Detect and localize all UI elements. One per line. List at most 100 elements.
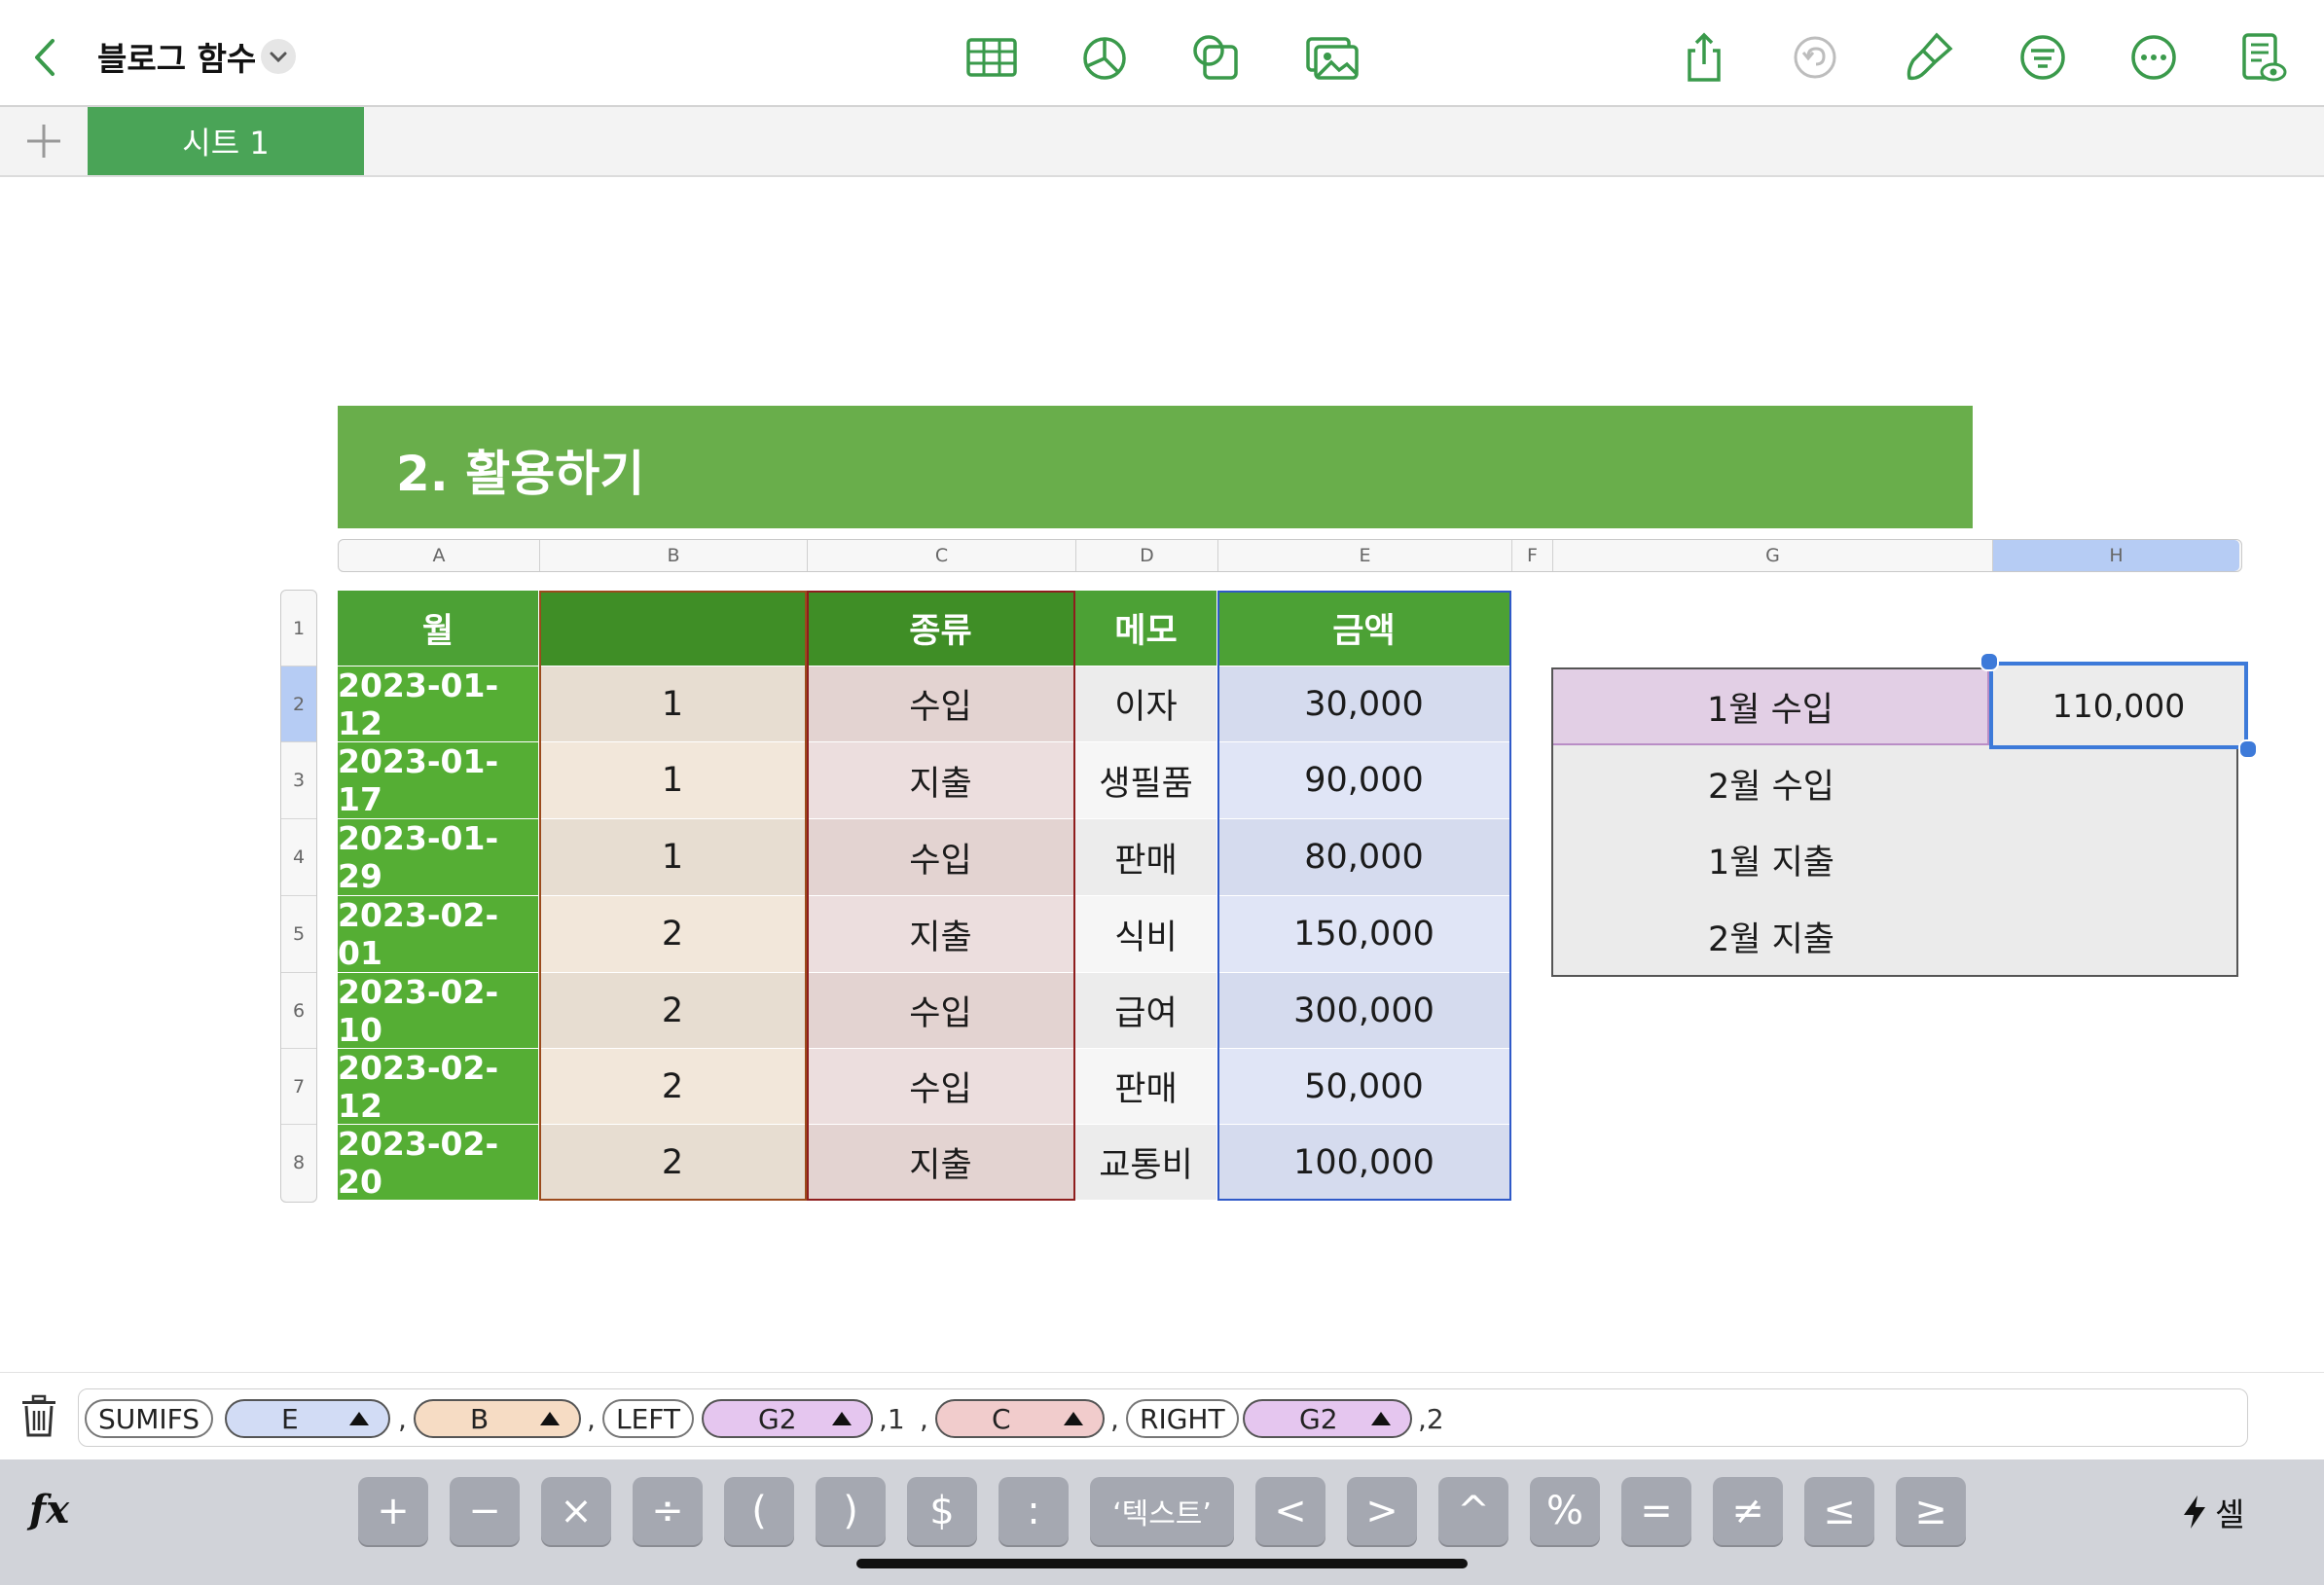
row-header-8[interactable]: 8 bbox=[281, 1125, 316, 1201]
cell-memo[interactable]: 교통비 bbox=[1075, 1125, 1217, 1201]
cell-memo[interactable]: 생필품 bbox=[1075, 742, 1217, 819]
reference-token-b[interactable]: B bbox=[414, 1399, 581, 1438]
fx-icon[interactable]: fx bbox=[29, 1487, 69, 1532]
key-less-equal[interactable]: ≤ bbox=[1804, 1477, 1874, 1545]
key-equals[interactable]: = bbox=[1621, 1477, 1691, 1545]
cell-month[interactable]: 2023-02-20 bbox=[338, 1125, 539, 1201]
undo-icon[interactable] bbox=[1787, 29, 1843, 86]
row-header-4[interactable]: 4 bbox=[281, 819, 316, 896]
cell-memo[interactable]: 판매 bbox=[1075, 1049, 1217, 1125]
add-sheet-icon[interactable] bbox=[21, 119, 66, 163]
selection-handle-bottom[interactable] bbox=[2238, 739, 2258, 759]
reference-token-c[interactable]: C bbox=[935, 1399, 1105, 1438]
header-cell-memo[interactable]: 메모 bbox=[1075, 591, 1217, 666]
document-title[interactable]: 블로그 함수 bbox=[97, 33, 256, 80]
column-header-f[interactable]: F bbox=[1512, 540, 1553, 571]
cell-amount[interactable]: 100,000 bbox=[1217, 1125, 1511, 1201]
cell-amount[interactable]: 150,000 bbox=[1217, 896, 1511, 973]
cell-month-number[interactable]: 2 bbox=[539, 1049, 807, 1125]
summary-label-cell[interactable]: 2월 지출 bbox=[1553, 897, 1989, 975]
cell-month-number[interactable]: 2 bbox=[539, 973, 807, 1049]
key-multiply[interactable]: × bbox=[541, 1477, 611, 1545]
selection-handle-top[interactable] bbox=[1979, 652, 1999, 671]
summary-label-cell[interactable]: 1월 수입 bbox=[1553, 669, 1989, 745]
row-header-2[interactable]: 2 bbox=[281, 666, 316, 742]
cell-month[interactable]: 2023-02-12 bbox=[338, 1049, 539, 1125]
format-brush-icon[interactable] bbox=[1900, 29, 1956, 86]
cell-month[interactable]: 2023-01-29 bbox=[338, 819, 539, 896]
cell-month-number[interactable]: 1 bbox=[539, 666, 807, 742]
key-plus[interactable]: + bbox=[358, 1477, 428, 1545]
header-cell-month[interactable]: 월 bbox=[338, 591, 539, 666]
function-token-sumifs[interactable]: SUMIFS bbox=[85, 1399, 214, 1438]
more-icon[interactable] bbox=[2125, 29, 2182, 86]
function-token-right[interactable]: RIGHT bbox=[1126, 1399, 1239, 1438]
cell-amount[interactable]: 90,000 bbox=[1217, 742, 1511, 819]
cell-button[interactable]: 셀 bbox=[2180, 1489, 2244, 1535]
row-header-7[interactable]: 7 bbox=[281, 1049, 316, 1125]
column-header-h[interactable]: H bbox=[1993, 540, 2239, 571]
header-cell-amount[interactable]: 금액 bbox=[1217, 591, 1511, 666]
row-header-1[interactable]: 1 bbox=[281, 591, 316, 666]
cell-month-number[interactable]: 1 bbox=[539, 819, 807, 896]
summary-label-cell[interactable]: 1월 지출 bbox=[1553, 821, 1989, 897]
share-icon[interactable] bbox=[1676, 29, 1732, 86]
active-cell-h2[interactable]: 110,000 bbox=[1989, 662, 2248, 749]
document-view-icon[interactable] bbox=[2234, 29, 2291, 86]
title-banner[interactable]: 2. 활용하기 bbox=[338, 406, 1973, 528]
column-header-b[interactable]: B bbox=[540, 540, 808, 571]
header-cell-month-number[interactable] bbox=[539, 591, 807, 666]
summary-label-cell[interactable]: 2월 수입 bbox=[1553, 745, 1989, 821]
row-header-6[interactable]: 6 bbox=[281, 973, 316, 1049]
tab-sheet-1[interactable]: 시트 1 bbox=[88, 107, 364, 175]
back-icon[interactable] bbox=[18, 29, 74, 86]
cell-type[interactable]: 수입 bbox=[807, 973, 1075, 1049]
column-header-e[interactable]: E bbox=[1218, 540, 1512, 571]
cell-memo[interactable]: 식비 bbox=[1075, 896, 1217, 973]
cell-amount[interactable]: 300,000 bbox=[1217, 973, 1511, 1049]
cell-month[interactable]: 2023-02-10 bbox=[338, 973, 539, 1049]
trash-icon[interactable] bbox=[19, 1394, 58, 1439]
key-less-than[interactable]: < bbox=[1255, 1477, 1325, 1545]
key-percent[interactable]: % bbox=[1530, 1477, 1600, 1545]
cell-amount[interactable]: 30,000 bbox=[1217, 666, 1511, 742]
argument-token[interactable]: ,2 bbox=[1418, 1399, 1444, 1438]
key-dollar[interactable]: $ bbox=[907, 1477, 977, 1545]
row-header-3[interactable]: 3 bbox=[281, 742, 316, 819]
function-token-left[interactable]: LEFT bbox=[602, 1399, 695, 1438]
chart-icon[interactable] bbox=[1076, 29, 1133, 86]
cell-memo[interactable]: 급여 bbox=[1075, 973, 1217, 1049]
key-divide[interactable]: ÷ bbox=[633, 1477, 703, 1545]
cell-type[interactable]: 수입 bbox=[807, 666, 1075, 742]
cell-memo[interactable]: 이자 bbox=[1075, 666, 1217, 742]
key-caret[interactable]: ^ bbox=[1438, 1477, 1508, 1545]
cell-type[interactable]: 지출 bbox=[807, 896, 1075, 973]
reference-token-g2[interactable]: G2 bbox=[702, 1399, 873, 1438]
cell-month[interactable]: 2023-02-01 bbox=[338, 896, 539, 973]
cell-type[interactable]: 수입 bbox=[807, 819, 1075, 896]
header-cell-type[interactable]: 종류 bbox=[807, 591, 1075, 666]
column-header-d[interactable]: D bbox=[1076, 540, 1218, 571]
column-header-c[interactable]: C bbox=[808, 540, 1076, 571]
key-minus[interactable]: − bbox=[450, 1477, 520, 1545]
chevron-down-icon[interactable] bbox=[261, 39, 296, 74]
key-greater-equal[interactable]: ≥ bbox=[1896, 1477, 1966, 1545]
argument-token[interactable]: ,1 bbox=[879, 1399, 905, 1438]
cell-amount[interactable]: 50,000 bbox=[1217, 1049, 1511, 1125]
cell-amount[interactable]: 80,000 bbox=[1217, 819, 1511, 896]
key-colon[interactable]: : bbox=[999, 1477, 1069, 1545]
key-open-paren[interactable]: ( bbox=[724, 1477, 794, 1545]
media-icon[interactable] bbox=[1304, 29, 1361, 86]
row-header-5[interactable]: 5 bbox=[281, 896, 316, 973]
cell-month-number[interactable]: 2 bbox=[539, 1125, 807, 1201]
key-close-paren[interactable]: ) bbox=[816, 1477, 886, 1545]
cell-month-number[interactable]: 1 bbox=[539, 742, 807, 819]
column-header-g[interactable]: G bbox=[1553, 540, 1993, 571]
key-text[interactable]: ‘텍스트’ bbox=[1090, 1477, 1234, 1545]
cell-type[interactable]: 지출 bbox=[807, 1125, 1075, 1201]
table-icon[interactable] bbox=[963, 29, 1020, 86]
cell-month[interactable]: 2023-01-17 bbox=[338, 742, 539, 819]
key-greater-than[interactable]: > bbox=[1347, 1477, 1417, 1545]
reference-token-g2[interactable]: G2 bbox=[1243, 1399, 1412, 1438]
cell-type[interactable]: 수입 bbox=[807, 1049, 1075, 1125]
